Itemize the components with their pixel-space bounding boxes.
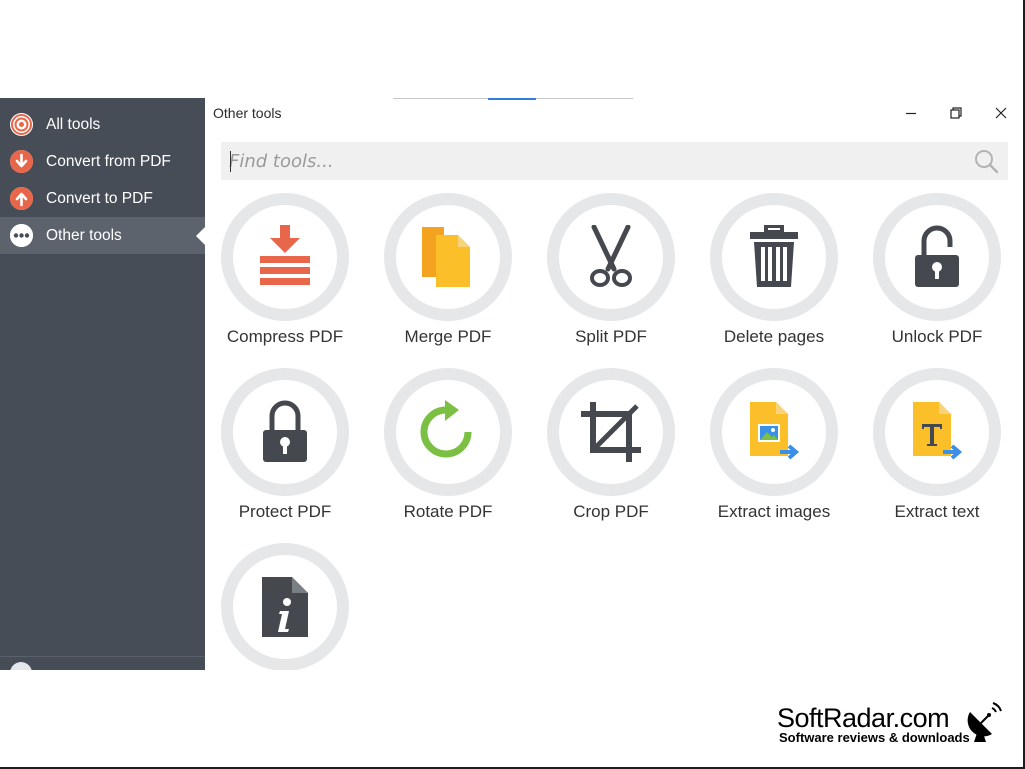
tool-label: Unlock PDF [891,327,983,346]
sidebar-item-convert-to-pdf[interactable]: Convert to PDF [0,180,205,217]
tool-merge-pdf[interactable]: Merge PDF [373,193,523,363]
arrow-up-icon [10,187,33,210]
crop-icon [581,402,641,462]
sidebar-item-label: Convert from PDF [46,152,171,170]
scissors-icon [590,225,632,287]
sidebar-item-all-tools[interactable]: All tools [0,106,205,143]
tool-unlock-pdf[interactable]: Unlock PDF [862,193,1012,363]
sidebar-item-convert-from-pdf[interactable]: Convert from PDF [0,143,205,180]
tool-compress-pdf[interactable]: Compress PDF [210,193,360,363]
tool-label: Split PDF [575,327,647,346]
tool-circle [384,368,512,496]
minimize-icon [906,112,916,115]
tool-circle [384,193,512,321]
lock-icon [263,400,307,462]
tool-extract-images[interactable]: Extract images [699,368,849,538]
tool-rotate-pdf[interactable]: Rotate PDF [373,368,523,538]
rotate-icon [420,400,472,458]
satellite-dish-icon [967,702,1002,742]
tool-label: Merge PDF [404,327,492,346]
tool-circle [710,193,838,321]
sidebar-item-label: All tools [46,115,101,133]
tool-circle [710,368,838,496]
merge-icon [422,227,470,287]
tool-split-pdf[interactable]: Split PDF [536,193,686,363]
tool-label: Delete pages [723,327,825,346]
sidebar-item-label: Convert to PDF [46,189,153,207]
tool-protect-pdf[interactable]: Protect PDF [210,368,360,538]
tool-circle [873,368,1001,496]
tool-pdf-info[interactable] [210,543,360,670]
tool-circle [221,368,349,496]
trash-icon [750,225,798,287]
sidebar-item-other-tools[interactable]: Other tools [0,217,205,254]
tool-extract-text[interactable]: Extract text [862,368,1012,538]
tool-circle [873,193,1001,321]
window-title: Other tools [213,105,282,121]
loading-indicator [488,98,536,100]
sidebar: All tools Convert from PDF Convert to PD… [0,98,205,670]
tool-label: Crop PDF [573,502,649,521]
text-caret [230,151,231,172]
all-tools-icon [10,113,33,136]
unlock-icon [915,225,959,287]
tool-crop-pdf[interactable]: Crop PDF [536,368,686,538]
active-indicator [196,227,205,245]
tool-label: Protect PDF [238,502,332,521]
tool-circle [221,193,349,321]
restore-icon [950,107,962,119]
sidebar-item-label: Other tools [46,226,122,244]
arrow-down-icon [10,150,33,173]
watermark-tagline: Software reviews & downloads [779,730,970,745]
settings-icon[interactable] [10,662,32,670]
tool-label: Rotate PDF [403,502,493,521]
tool-circle [221,543,349,670]
search-icon[interactable] [973,148,999,174]
close-icon [995,107,1007,119]
tool-label: Extract text [894,502,980,521]
search-input[interactable] [229,142,959,180]
tool-label: Compress PDF [226,327,344,346]
close-button[interactable] [978,100,1023,126]
pdf-info-icon [262,577,308,637]
app-window: All tools Convert from PDF Convert to PD… [0,98,1023,670]
search-bar [221,142,1008,180]
tool-label: Extract images [717,502,831,521]
compress-icon [260,225,310,285]
tool-delete-pages[interactable]: Delete pages [699,193,849,363]
tool-circle [547,368,675,496]
tool-circle [547,193,675,321]
minimize-button[interactable] [888,100,934,126]
more-dots-icon [10,224,33,247]
sidebar-divider [0,656,205,657]
restore-button[interactable] [933,100,979,126]
extract-images-icon [750,402,800,460]
extract-text-icon [913,402,963,460]
